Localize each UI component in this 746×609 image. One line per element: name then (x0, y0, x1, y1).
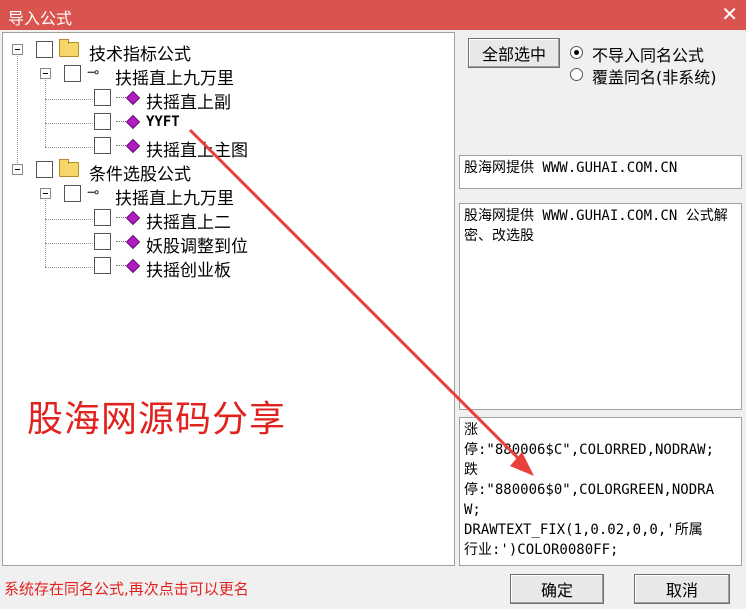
code-line: 停:"880006$C",COLORRED,NODRAW; (464, 442, 715, 458)
code-line: 行业:')COLOR0080FF; (464, 542, 619, 558)
collapse-toggle[interactable] (12, 44, 23, 55)
radio-no-import[interactable]: 不导入同名公式 (570, 42, 740, 65)
radio-overwrite[interactable]: 覆盖同名(非系统) (570, 64, 740, 87)
formula-checkbox[interactable] (64, 185, 81, 202)
watermark-text: 股海网源码分享 (27, 399, 287, 440)
code-line: DRAWTEXT_FIX(1,0.02,0,0,'所属 (464, 522, 703, 538)
code-line: 停:"880006$0",COLORGREEN,NODRA (464, 482, 715, 498)
title-bar: 导入公式 ✕ (0, 0, 746, 30)
tree-formula-node[interactable]: ⊸ 扶摇直上九万里 (3, 183, 443, 209)
code-line: 涨 (464, 422, 478, 438)
gem-icon (125, 90, 141, 106)
gem-icon (125, 210, 141, 226)
select-all-button[interactable]: 全部选中 (468, 38, 560, 68)
description-text: 股海网提供 WWW.GUHAI.COM.CN 公式解密、改选股 (464, 208, 728, 244)
radio-label: 覆盖同名(非系统) (592, 68, 717, 87)
description-box[interactable]: 股海网提供 WWW.GUHAI.COM.CN 公式解密、改选股 (459, 203, 742, 410)
formula-label: 扶摇直上九万里 (115, 69, 234, 89)
item-label: 扶摇创业板 (146, 261, 231, 281)
key-icon: ⊸ (87, 63, 100, 81)
status-message: 系统存在同名公式,再次点击可以更名 (4, 580, 249, 598)
tree-item[interactable]: 扶摇创业板 (3, 255, 443, 281)
item-checkbox[interactable] (94, 233, 111, 250)
provider-text: 股海网提供 WWW.GUHAI.COM.CN (464, 160, 678, 176)
radio-selected-icon[interactable] (570, 46, 583, 59)
formula-label: 扶摇直上九万里 (115, 189, 234, 209)
tree-item[interactable]: YYFT (3, 111, 443, 133)
tree-group-screening[interactable]: 条件选股公式 (3, 159, 443, 185)
item-label: YYFT (146, 114, 180, 130)
item-checkbox[interactable] (94, 137, 111, 154)
formula-tree: 技术指标公式 ⊸ 扶摇直上九万里 扶摇直上副 YYFT 扶摇直上主图 条件选股公… (2, 32, 455, 566)
item-label: 扶摇直上二 (146, 213, 231, 233)
group-checkbox[interactable] (36, 41, 53, 58)
gem-icon (125, 114, 141, 130)
code-box[interactable]: 涨 停:"880006$C",COLORRED,NODRAW; 跌 停:"880… (459, 417, 742, 566)
folder-icon (59, 159, 79, 177)
group-checkbox[interactable] (36, 161, 53, 178)
item-checkbox[interactable] (94, 89, 111, 106)
code-line: 跌 (464, 462, 478, 478)
code-line: W; (464, 502, 481, 518)
group-label: 条件选股公式 (89, 165, 191, 185)
formula-checkbox[interactable] (64, 65, 81, 82)
collapse-toggle[interactable] (40, 68, 51, 79)
item-checkbox[interactable] (94, 257, 111, 274)
radio-label: 不导入同名公式 (592, 46, 705, 65)
gem-icon (125, 138, 141, 154)
item-checkbox[interactable] (94, 113, 111, 130)
ok-button[interactable]: 确定 (510, 574, 604, 604)
collapse-toggle[interactable] (40, 188, 51, 199)
tree-item[interactable]: 妖股调整到位 (3, 231, 443, 257)
item-label: 妖股调整到位 (146, 237, 248, 257)
tree-item[interactable]: 扶摇直上副 (3, 87, 443, 113)
collapse-toggle[interactable] (12, 164, 23, 175)
item-checkbox[interactable] (94, 209, 111, 226)
tree-item[interactable]: 扶摇直上二 (3, 207, 443, 233)
window-title: 导入公式 (8, 9, 73, 28)
item-label: 扶摇直上副 (146, 93, 231, 113)
provider-box: 股海网提供 WWW.GUHAI.COM.CN (459, 155, 742, 189)
item-label: 扶摇直上主图 (146, 141, 248, 161)
radio-unselected-icon[interactable] (570, 68, 583, 81)
group-label: 技术指标公式 (89, 45, 191, 65)
folder-icon (59, 39, 79, 57)
cancel-button[interactable]: 取消 (634, 574, 730, 604)
close-icon[interactable]: ✕ (721, 2, 738, 26)
gem-icon (125, 258, 141, 274)
key-icon: ⊸ (87, 183, 100, 201)
tree-group-indicators[interactable]: 技术指标公式 (3, 39, 443, 65)
tree-item[interactable]: 扶摇直上主图 (3, 135, 443, 161)
gem-icon (125, 234, 141, 250)
tree-formula-node[interactable]: ⊸ 扶摇直上九万里 (3, 63, 443, 89)
